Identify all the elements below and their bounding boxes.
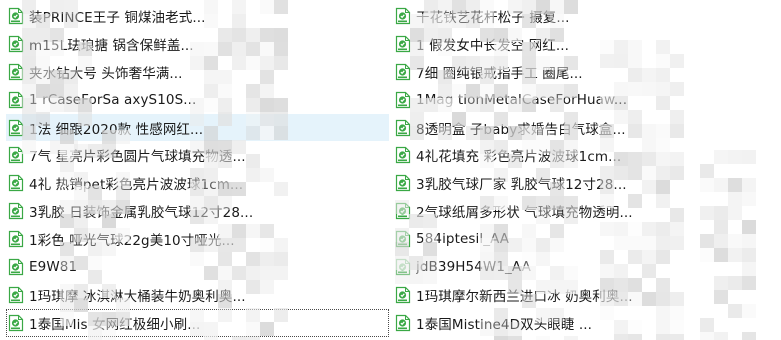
file-name: 1Mag tionMetalCaseForHuaw... (416, 91, 628, 108)
file-item[interactable]: 1法 细跟2020款 性感网红... (6, 113, 389, 142)
file-item[interactable]: 1泰国Mis 女网红极细小刷... (6, 308, 389, 337)
file-item[interactable]: 4礼花填充 彩色亮片波波球1cm... (393, 141, 776, 169)
file-item[interactable]: 1泰国Mistine4D双头眼睫 ... (393, 309, 776, 337)
file-name: 1 假发女中长发空 网红... (416, 37, 570, 54)
text-document-icon (395, 119, 411, 137)
file-item[interactable]: 1玛琪摩 冰淇淋大桶装牛奶奥利奥... (6, 281, 389, 309)
file-name: 4礼花填充 彩色亮片波波球1cm... (416, 149, 622, 166)
file-name: 1 rCaseForSa axyS10S... (29, 91, 197, 108)
file-name: 1法 细跟2020款 性感网红... (29, 121, 204, 138)
text-document-icon (395, 91, 411, 109)
file-item[interactable]: 1Mag tionMetalCaseForHuaw... (393, 86, 776, 114)
file-name: 7气 星亮片彩色圆片气球填充物透... (29, 149, 246, 166)
file-name: jdB39H54W1_AA (416, 258, 531, 275)
file-name: E9W81 (29, 258, 78, 275)
file-name: 4礼 热销pet彩色亮片波波球1cm... (29, 177, 244, 194)
text-document-icon (8, 314, 24, 332)
text-document-icon (8, 230, 24, 248)
file-item[interactable]: 1 假发女中长发空 网红... (393, 30, 776, 58)
file-column-left: 装PRINCE王子 铜煤油老式... m15L珐琅搪 锅含保鲜盖... 夹水钻大号 … (6, 2, 389, 337)
file-name: 3乳胶 日装饰金属乳胶气球12寸28... (29, 205, 254, 222)
file-name: 干花铁艺花杆松子 摄复... (416, 9, 570, 26)
file-item[interactable]: m15L珐琅搪 锅含保鲜盖... (6, 30, 389, 58)
text-document-icon (395, 314, 411, 332)
file-item[interactable]: E9W81 (6, 253, 389, 281)
text-document-icon (8, 174, 24, 192)
file-column-right: 干花铁艺花杆松子 摄复... 1 假发女中长发空 网红... 7细 圈纯银戒指手工 … (393, 2, 776, 337)
text-document-icon (8, 35, 24, 53)
file-item[interactable]: 装PRINCE王子 铜煤油老式... (6, 2, 389, 30)
file-item[interactable]: 夹水钻大号 头饰奢华满... (6, 58, 389, 86)
file-name: 1泰国Mis 女网红极细小刷... (29, 316, 201, 333)
file-name: 1玛琪摩尔新西兰进口冰 奶奥利奥... (416, 288, 633, 305)
text-document-icon (8, 63, 24, 81)
text-document-icon (395, 35, 411, 53)
file-name: 584iptesil_AA (416, 231, 510, 248)
text-document-icon (395, 174, 411, 192)
file-item[interactable]: 2气球纸屑多形状 气球填充物透明... (393, 197, 776, 225)
file-item[interactable]: 7细 圈纯银戒指手工 圈尾... (393, 58, 776, 86)
text-document-icon (395, 7, 411, 25)
text-document-icon (395, 258, 411, 276)
text-document-icon (8, 91, 24, 109)
file-item[interactable]: 1玛琪摩尔新西兰进口冰 奶奥利奥... (393, 281, 776, 309)
file-name: 3乳胶气球厂家 乳胶气球12寸28... (416, 177, 627, 194)
file-item[interactable]: 干花铁艺花杆松子 摄复... (393, 2, 776, 30)
file-item[interactable]: 4礼 热销pet彩色亮片波波球1cm... (6, 169, 389, 197)
file-name: 7细 圈纯银戒指手工 圈尾... (416, 65, 583, 82)
file-name: 夹水钻大号 头饰奢华满... (29, 65, 183, 82)
file-name: 装PRINCE王子 铜煤油老式... (29, 9, 206, 26)
file-item[interactable]: jdB39H54W1_AA (393, 253, 776, 281)
file-item[interactable]: 7气 星亮片彩色圆片气球填充物透... (6, 141, 389, 169)
text-document-icon (395, 286, 411, 304)
file-list-view: 装PRINCE王子 铜煤油老式... m15L珐琅搪 锅含保鲜盖... 夹水钻大号 … (0, 0, 781, 340)
file-name: 1彩色 哑光气球22g美10寸哑光... (29, 233, 235, 250)
file-item[interactable]: 1 rCaseForSa axyS10S... (6, 86, 389, 114)
file-item[interactable]: 1彩色 哑光气球22g美10寸哑光... (6, 225, 389, 253)
text-document-icon (8, 146, 24, 164)
text-document-icon (8, 286, 24, 304)
file-name: 1泰国Mistine4D双头眼睫 ... (416, 316, 593, 333)
text-document-icon (395, 63, 411, 81)
file-item[interactable]: 3乳胶气球厂家 乳胶气球12寸28... (393, 169, 776, 197)
file-item[interactable]: 3乳胶 日装饰金属乳胶气球12寸28... (6, 197, 389, 225)
file-name: 8透明盒 子baby求婚告白气球盒... (416, 121, 626, 138)
text-document-icon (8, 119, 24, 137)
file-item[interactable]: 8透明盒 子baby求婚告白气球盒... (393, 114, 776, 142)
text-document-icon (8, 202, 24, 220)
file-item[interactable]: 584iptesil_AA (393, 225, 776, 253)
text-document-icon (395, 202, 411, 220)
text-document-icon (8, 7, 24, 25)
file-name: 2气球纸屑多形状 气球填充物透明... (416, 205, 633, 222)
file-name: 1玛琪摩 冰淇淋大桶装牛奶奥利奥... (29, 288, 246, 305)
text-document-icon (395, 146, 411, 164)
text-document-icon (395, 230, 411, 248)
text-document-icon (8, 258, 24, 276)
file-name: m15L珐琅搪 锅含保鲜盖... (29, 37, 194, 54)
